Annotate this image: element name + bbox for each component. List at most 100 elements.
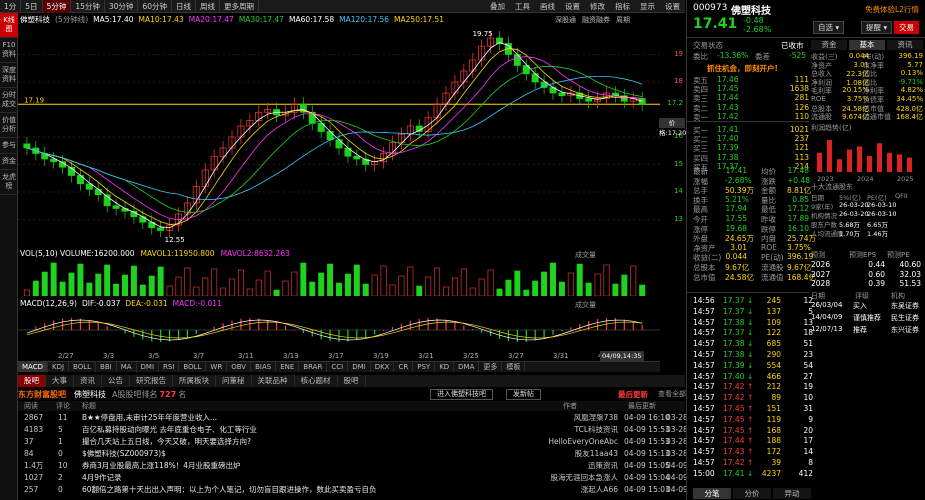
info-tab[interactable]: 资讯 [887, 40, 923, 50]
info-tab[interactable]: 资金 [811, 40, 847, 50]
indicator-tab[interactable]: ENE [276, 362, 300, 372]
left-nav-item[interactable]: 分时成交 [0, 88, 18, 113]
l2-trial-link[interactable]: 免费体验L2行情 [865, 4, 919, 15]
period-tab[interactable]: 1分 [0, 0, 22, 13]
news-tab[interactable]: 股吧 [18, 375, 46, 387]
alert-button[interactable]: 提醒 ▾ [861, 21, 893, 34]
indicator-tab[interactable]: RSI [159, 362, 180, 372]
indicator-tab[interactable]: DMI [348, 362, 371, 372]
toolbar-item[interactable]: 叠加 [485, 0, 510, 13]
forecast-tab[interactable]: 预测PE [887, 250, 910, 260]
left-nav-item[interactable]: F10资料 [0, 38, 18, 63]
news-title[interactable]: $佛塑科技(SZ000973)$ [82, 448, 166, 459]
chart-link[interactable]: 周期 [616, 15, 630, 25]
period-tab[interactable]: 周线 [196, 0, 220, 13]
news-row[interactable]: 84 0 $佛塑科技(SZ000973)$ 股友11aa43 04-09 15:13 03… [18, 448, 688, 459]
news-tab[interactable]: 核心题材 [295, 375, 338, 387]
book-price[interactable]: 17.45 [717, 84, 738, 93]
tick-tab[interactable]: 分笔 [693, 488, 731, 499]
indicator-tab[interactable]: BOLL [69, 362, 97, 372]
toolbar-item[interactable]: 显示 [635, 0, 660, 13]
news-tab[interactable]: 公告 [102, 375, 130, 387]
indicator-tab[interactable]: BIAS [251, 362, 277, 372]
news-tab[interactable]: 大事 [46, 375, 74, 387]
indicator-tab[interactable]: OBV [227, 362, 252, 372]
forecast-tab[interactable]: 预测EPS [849, 250, 876, 260]
news-tab[interactable]: 股吧 [338, 375, 366, 387]
period-tab[interactable]: 15分钟 [71, 0, 105, 13]
chart-link[interactable]: 深股通 [555, 15, 576, 25]
period-tab[interactable]: 5分钟 [42, 0, 72, 13]
book-price[interactable]: 17.46 [717, 75, 738, 84]
news-title[interactable]: 4月9作记录 [82, 472, 122, 483]
indicator-tab[interactable]: MACD [18, 362, 48, 372]
news-title[interactable]: 60翻倍之路第十天出出入声明：以上为个人笔记，切勿盲目跟进操作，数此买卖盈亏自负 [82, 484, 377, 495]
tick-tab[interactable]: 异动 [773, 488, 811, 499]
news-row[interactable]: 4183 5 百亿私募持股动向曝光 去年底重仓电子、化工等行业 TCL科技资讯 04-0… [18, 424, 688, 435]
indicator-tab[interactable]: CR [394, 362, 414, 372]
news-title[interactable]: 撮合几天站上五日线，今天又破，明天要选择方向? [82, 436, 251, 447]
indicator-tab[interactable]: PSY [413, 362, 436, 372]
toolbar-item[interactable]: 指标 [610, 0, 635, 13]
indicator-tab[interactable]: WR [206, 362, 228, 372]
news-row[interactable]: 257 0 60翻倍之路第十天出出入声明：以上为个人笔记，切勿盲目跟进操作，数此买卖… [18, 484, 688, 495]
news-row[interactable]: 37 1 撮合几天站上五日线，今天又破，明天要选择方向? HelloEveryOneA… [18, 436, 688, 447]
indicator-tab[interactable]: CCI [327, 362, 349, 372]
indicator-tab[interactable]: DMA [454, 362, 480, 372]
kline-chart[interactable]: 17.19 19.75 12.55 [18, 27, 660, 247]
period-tab[interactable]: 30分钟 [105, 0, 139, 13]
news-title[interactable]: B★★停盘用,未审计25年年度营业收入... [82, 412, 217, 423]
news-row[interactable]: 1.4万 10 券商3月业股最高上涨118%！4月业股重磅出炉 迅策资讯 04-09 1… [18, 460, 688, 471]
forecast-tab[interactable]: 预测 [811, 250, 825, 260]
book-price[interactable]: 17.40 [717, 134, 738, 143]
tick-tab[interactable]: 分价 [733, 488, 771, 499]
indicator-tab[interactable]: 更多 [479, 362, 503, 372]
book-price[interactable]: 17.42 [717, 112, 738, 121]
news-row[interactable]: 2867 11 B★★停盘用,未审计25年年度营业收入... 风凰涅槃738 04-09… [18, 412, 688, 423]
book-price[interactable]: 17.41 [717, 125, 738, 134]
news-tab[interactable]: 资讯 [74, 375, 102, 387]
left-nav-item[interactable]: K线图 [0, 13, 18, 38]
period-tab[interactable]: 60分钟 [138, 0, 172, 13]
indicator-tab[interactable]: DMI [137, 362, 160, 372]
new-post-button[interactable]: 发新帖 [506, 389, 541, 400]
left-nav-item[interactable]: 深度资料 [0, 63, 18, 88]
news-tab[interactable]: 问董秘 [216, 375, 252, 387]
info-tab[interactable]: 基本 [849, 40, 885, 50]
indicator-tab[interactable]: BRAR [299, 362, 328, 372]
toolbar-item[interactable]: 工具 [510, 0, 535, 13]
book-price[interactable]: 17.43 [717, 103, 738, 112]
toolbar-item[interactable]: 设置 [660, 0, 685, 13]
left-nav-item[interactable]: 价值分析 [0, 113, 18, 138]
toolbar-item[interactable]: 修改 [585, 0, 610, 13]
indicator-tab[interactable]: 模板 [502, 362, 526, 372]
period-tab[interactable]: 5日 [21, 0, 43, 13]
news-row[interactable]: 1027 2 4月9作记录 股海无涯回本急涨人 04-09 15:04 04-09 [18, 472, 688, 483]
open-account-banner[interactable]: 抓住机会，即刻开户! [707, 63, 778, 74]
latest-update-sort[interactable]: 最后更新 [618, 389, 648, 400]
trade-button[interactable]: 交易 [894, 21, 919, 34]
period-tab[interactable]: 更多周期 [220, 0, 259, 13]
chart-link[interactable]: 融资融券 [582, 15, 610, 25]
indicator-tab[interactable]: MA [117, 362, 137, 372]
indicator-tab[interactable]: KD [435, 362, 455, 372]
book-price[interactable]: 17.38 [717, 153, 738, 162]
news-tab[interactable]: 关联品种 [252, 375, 295, 387]
period-tab[interactable]: 日线 [172, 0, 196, 13]
toolbar-item[interactable]: 画线 [535, 0, 560, 13]
toolbar-item[interactable]: 设置 [560, 0, 585, 13]
left-nav-item[interactable]: 参与 [0, 138, 18, 154]
enter-bar-button[interactable]: 进入佛塑科技吧 [430, 389, 493, 400]
add-watchlist-button[interactable]: 自选 ▾ [813, 21, 845, 34]
book-price[interactable]: 17.44 [717, 93, 738, 102]
news-title[interactable]: 券商3月业股最高上涨118%！4月业股重磅出炉 [82, 460, 240, 471]
news-tab[interactable]: 所属板块 [173, 375, 216, 387]
left-nav-item[interactable]: 龙虎榜 [0, 170, 18, 195]
news-title[interactable]: 百亿私募持股动向曝光 去年底重仓电子、化工等行业 [82, 424, 257, 435]
book-price[interactable]: 17.39 [717, 143, 738, 152]
view-all-link[interactable]: 查看全部 [658, 389, 686, 399]
indicator-tab[interactable]: BOLL [179, 362, 207, 372]
indicator-tab[interactable]: KDJ [48, 362, 70, 372]
indicator-tab[interactable]: DKX [371, 362, 395, 372]
left-nav-item[interactable]: 资金 [0, 154, 18, 170]
